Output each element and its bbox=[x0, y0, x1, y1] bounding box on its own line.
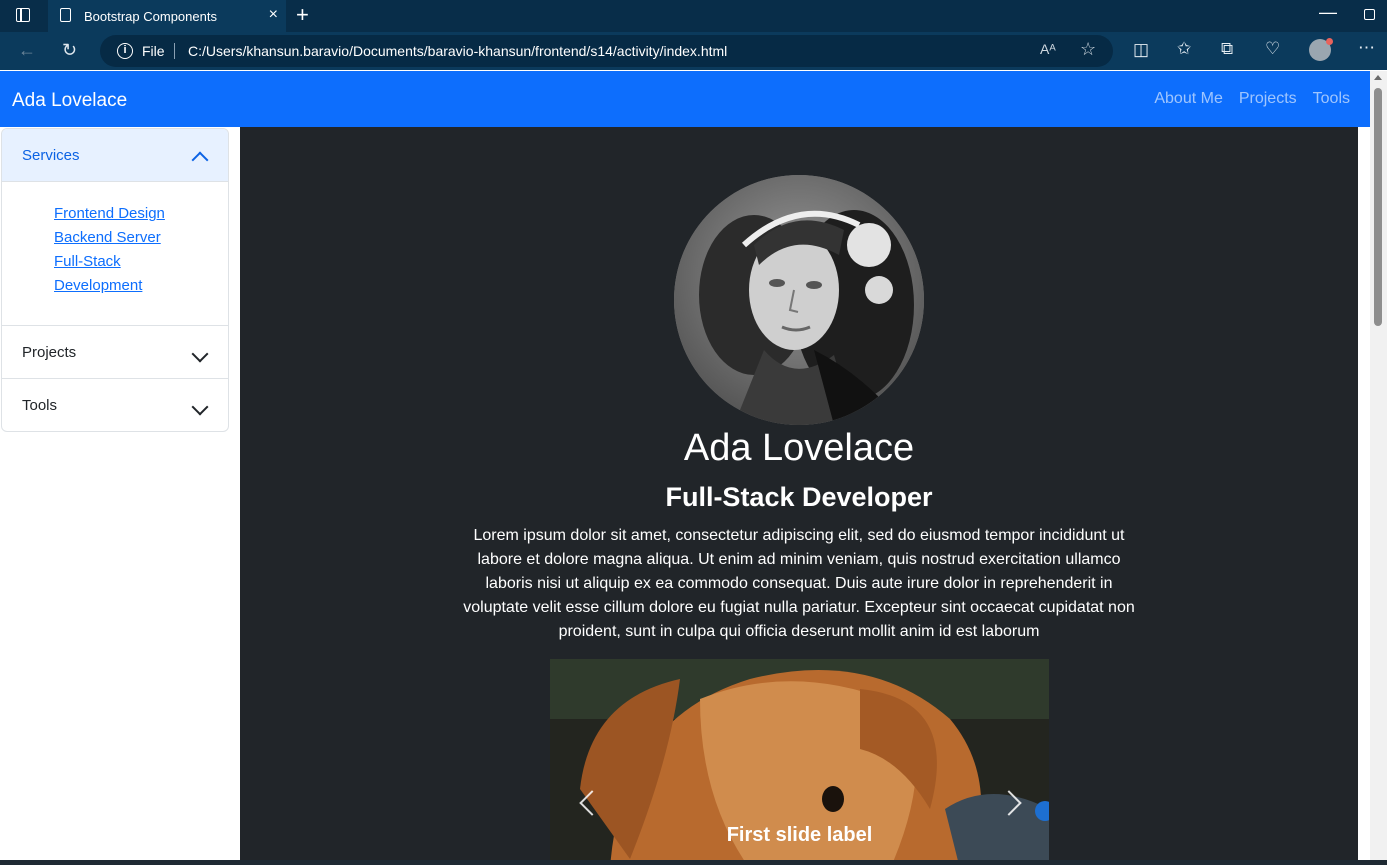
accordion-label: Projects bbox=[22, 344, 77, 361]
nav-link-projects[interactable]: Projects bbox=[1239, 90, 1297, 108]
profile-bio: Lorem ipsum dolor sit amet, consectetur … bbox=[463, 527, 1135, 640]
taskbar-edge bbox=[0, 860, 1387, 865]
accordion-header-tools[interactable]: Tools bbox=[2, 378, 228, 431]
service-link-fullstack[interactable]: Full-Stack Development bbox=[54, 250, 204, 298]
address-bar[interactable]: i File C:/Users/khansun.baravio/Document… bbox=[100, 35, 1113, 67]
refresh-icon[interactable]: ↻ bbox=[62, 40, 77, 60]
page-scrollbar[interactable] bbox=[1370, 71, 1387, 860]
nav-link-tools[interactable]: Tools bbox=[1313, 90, 1350, 108]
address-scheme-label: File bbox=[142, 43, 165, 59]
profile-role: Full-Stack Developer bbox=[665, 482, 933, 512]
tab-actions-icon[interactable] bbox=[16, 8, 30, 22]
browser-tab[interactable]: Bootstrap Components × bbox=[48, 0, 286, 32]
scroll-up-icon[interactable] bbox=[1374, 75, 1382, 80]
read-aloud-icon[interactable]: Aᴬ bbox=[1040, 41, 1056, 57]
sidebar-accordion: Services Frontend Design Backend Server … bbox=[1, 128, 229, 432]
nav-link-about-me[interactable]: About Me bbox=[1154, 90, 1222, 108]
favorites-icon[interactable]: ✩ bbox=[1177, 39, 1191, 59]
browser-toolbar: ← ↻ i File C:/Users/khansun.baravio/Docu… bbox=[0, 32, 1387, 70]
accordion-label: Services bbox=[22, 147, 80, 164]
chevron-down-icon bbox=[191, 398, 209, 416]
accordion-label: Tools bbox=[22, 397, 58, 414]
site-info-icon[interactable]: i bbox=[117, 43, 133, 59]
collections-icon[interactable]: ⧉ bbox=[1221, 39, 1233, 59]
close-tab-icon[interactable]: × bbox=[269, 6, 278, 24]
profile-name: Ada Lovelace bbox=[683, 427, 915, 469]
image-carousel: First slide label bbox=[550, 659, 1049, 860]
browser-essentials-icon[interactable]: ♡ bbox=[1265, 39, 1280, 59]
navbar-links: About Me Projects Tools bbox=[1154, 90, 1350, 108]
restore-icon[interactable] bbox=[1364, 9, 1375, 20]
favorite-star-icon[interactable]: ☆ bbox=[1080, 39, 1096, 60]
main-content: Ada Lovelace Full-Stack Developer Lorem … bbox=[240, 127, 1358, 860]
chevron-up-icon bbox=[191, 151, 209, 169]
service-link-backend[interactable]: Backend Server bbox=[54, 226, 204, 250]
back-icon[interactable]: ← bbox=[18, 40, 36, 60]
url-text[interactable]: C:/Users/khansun.baravio/Documents/barav… bbox=[188, 43, 727, 59]
page-favicon-icon bbox=[60, 8, 71, 22]
profile-avatar[interactable] bbox=[1309, 38, 1333, 61]
sidebar: Services Frontend Design Backend Server … bbox=[0, 127, 240, 860]
split-screen-icon[interactable]: ◫ bbox=[1133, 40, 1149, 60]
accordion-body-services: Frontend Design Backend Server Full-Stac… bbox=[2, 182, 228, 325]
accordion-header-projects[interactable]: Projects bbox=[2, 325, 228, 378]
address-divider bbox=[174, 43, 175, 59]
navbar-brand[interactable]: Ada Lovelace bbox=[12, 90, 127, 112]
chevron-down-icon bbox=[191, 345, 209, 363]
browser-tab-bar: Bootstrap Components × + — bbox=[0, 0, 1387, 32]
accordion-header-services[interactable]: Services bbox=[2, 129, 228, 182]
profile-portrait bbox=[674, 175, 924, 425]
service-link-frontend[interactable]: Frontend Design bbox=[54, 202, 204, 226]
tab-title: Bootstrap Components bbox=[84, 9, 217, 24]
carousel-caption: First slide label bbox=[726, 824, 873, 846]
scrollbar-thumb[interactable] bbox=[1374, 88, 1382, 326]
new-tab-icon[interactable]: + bbox=[296, 3, 309, 27]
site-navbar: Ada Lovelace About Me Projects Tools bbox=[0, 71, 1370, 127]
more-menu-icon[interactable]: ⋯ bbox=[1358, 38, 1375, 58]
minimize-icon[interactable]: — bbox=[1319, 2, 1337, 23]
